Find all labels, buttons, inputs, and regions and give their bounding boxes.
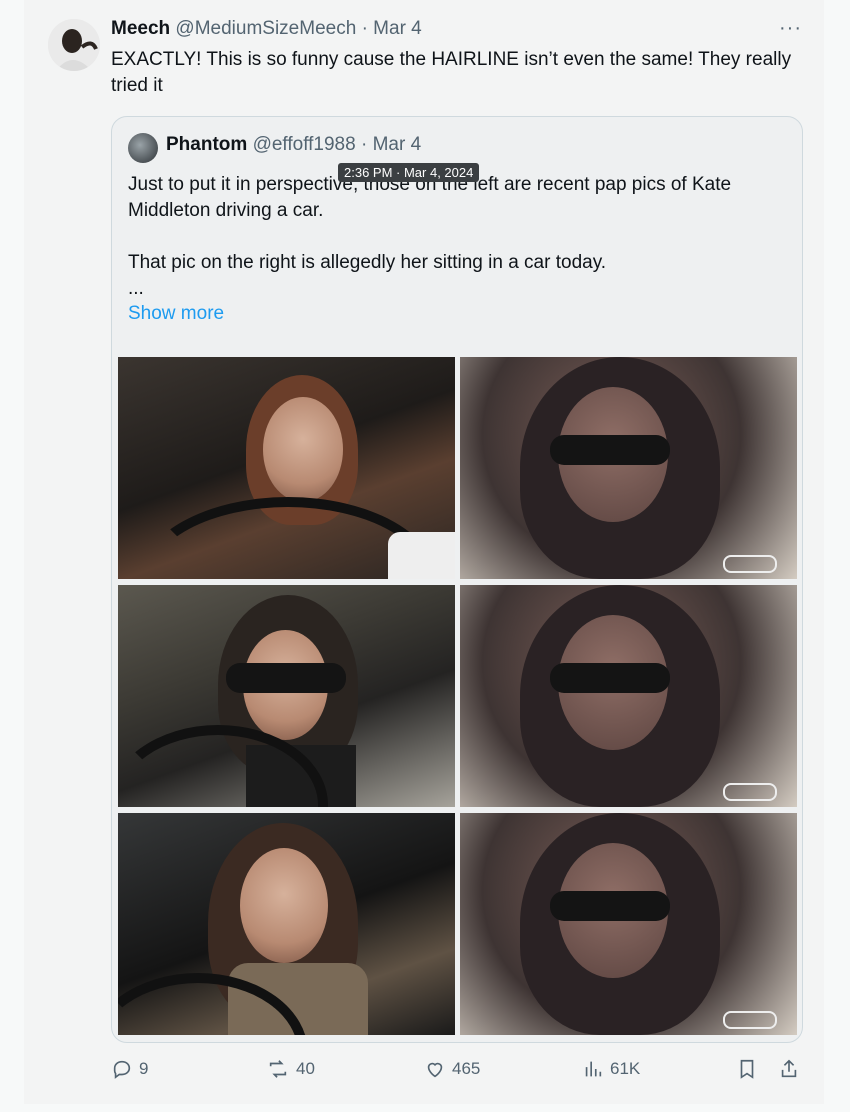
post-text: EXACTLY! This is so funny cause the HAIR… (111, 49, 792, 96)
share-icon (781, 1059, 797, 1078)
quote-date[interactable]: Mar 4 (373, 134, 422, 155)
share-button[interactable] (778, 1058, 800, 1080)
quote-line-2: That pic on the right is allegedly her s… (128, 252, 607, 273)
quote-author-handle[interactable]: @effoff1988 (253, 134, 356, 155)
author-name[interactable]: Meech (111, 18, 170, 39)
like-button[interactable]: 465 (424, 1058, 480, 1080)
reply-icon (113, 1060, 131, 1079)
photo-driving-1[interactable] (118, 357, 455, 579)
reply-button[interactable]: 9 (111, 1058, 148, 1080)
post-header: Meech @MediumSizeMeech · Mar 4 (111, 18, 422, 40)
author-avatar[interactable] (48, 19, 100, 71)
quote-text: Just to put it in perspective, those on … (128, 172, 778, 302)
bookmark-button[interactable] (736, 1058, 758, 1080)
avatar-photo-icon (48, 19, 100, 71)
show-more-link[interactable]: Show more (128, 303, 224, 325)
bookmark-icon (740, 1059, 754, 1079)
separator-dot: · (360, 134, 368, 155)
heart-icon (427, 1062, 443, 1078)
repost-icon (269, 1060, 287, 1078)
photo-driving-2[interactable] (118, 585, 455, 807)
quote-author-name[interactable]: Phantom (166, 134, 247, 155)
repost-count: 40 (296, 1059, 315, 1078)
separator-dot: · (361, 18, 368, 39)
photo-driving-3[interactable] (118, 813, 455, 1035)
views-button[interactable]: 61K (582, 1058, 640, 1080)
views-chart-icon (585, 1061, 602, 1077)
photo-car-today-2[interactable] (460, 585, 797, 807)
timestamp-tooltip: 2:36 PM · Mar 4, 2024 (338, 163, 480, 182)
repost-button[interactable]: 40 (266, 1058, 315, 1080)
quote-ellipsis: ... (128, 278, 144, 299)
author-handle[interactable]: @MediumSizeMeech (175, 18, 356, 39)
post-date[interactable]: Mar 4 (373, 18, 422, 39)
like-count: 465 (452, 1059, 481, 1078)
photo-car-today-1[interactable] (460, 357, 797, 579)
more-options-icon[interactable]: ··· (779, 18, 802, 38)
reply-count: 9 (139, 1059, 149, 1078)
photo-car-today-3[interactable] (460, 813, 797, 1035)
quoted-post[interactable]: Phantom @effoff1988 · Mar 4 Just to put … (111, 116, 803, 1043)
view-count: 61K (610, 1059, 641, 1078)
quote-author-avatar[interactable] (128, 133, 158, 163)
quote-header: Phantom @effoff1988 · Mar 4 (166, 134, 421, 156)
